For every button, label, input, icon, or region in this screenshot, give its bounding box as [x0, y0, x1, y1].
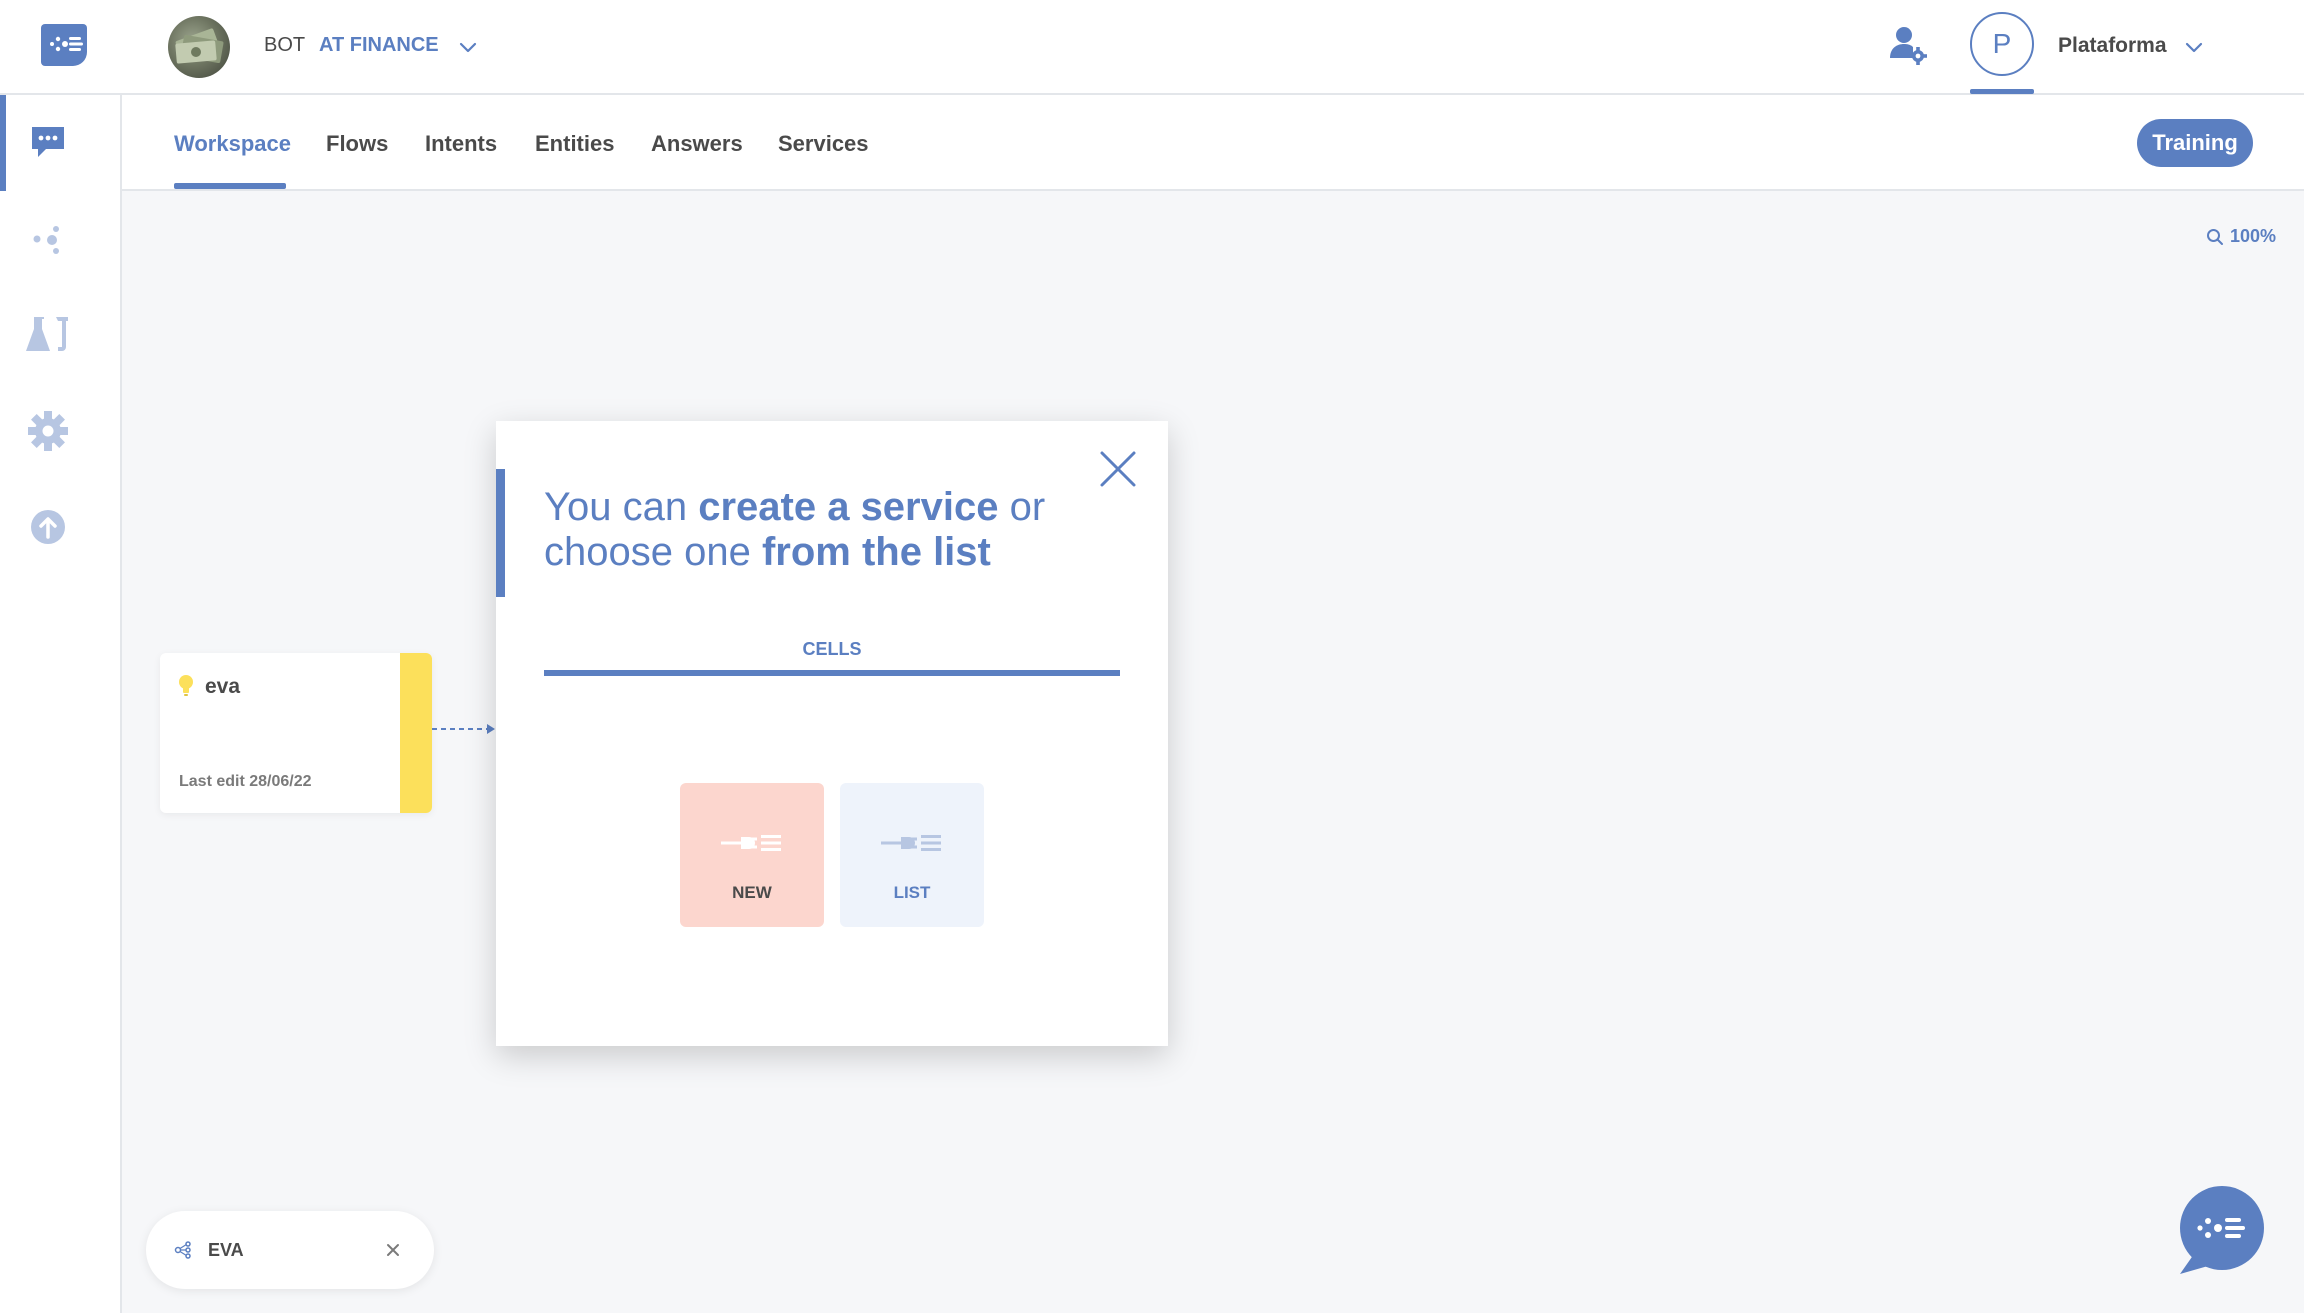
- node-last-edit: Last edit 28/06/22: [179, 773, 312, 790]
- tab-intents[interactable]: Intents: [425, 131, 497, 157]
- nodes-icon: [33, 226, 59, 254]
- user-avatar[interactable]: P: [1970, 12, 2034, 76]
- app-logo-icon[interactable]: [39, 22, 89, 70]
- dialog-accent-bar: [496, 469, 505, 597]
- training-button[interactable]: Training: [2137, 119, 2253, 167]
- dialog-heading: You can create a service or choose one f…: [544, 485, 1046, 574]
- chevron-down-icon[interactable]: [458, 38, 478, 58]
- zoom-level: 100%: [2230, 226, 2277, 246]
- top-bar: BOT AT FINANCE P Plataforma: [0, 0, 2304, 95]
- tab-entities[interactable]: Entities: [535, 131, 614, 157]
- main-tab-bar: Workspace Flows Intents Entities Answers…: [122, 95, 2304, 191]
- flow-node-card[interactable]: eva Last edit 28/06/22: [160, 653, 432, 813]
- tab-answers[interactable]: Answers: [651, 131, 743, 157]
- flow-chip-label: EVA: [208, 1240, 244, 1260]
- nodes-icon: [174, 1241, 191, 1259]
- sidebar-item-publish[interactable]: [22, 501, 74, 553]
- close-icon[interactable]: [382, 1239, 404, 1261]
- tab-flows[interactable]: Flows: [326, 131, 388, 157]
- plug-icon: [881, 835, 941, 851]
- new-service-label: NEW: [732, 883, 772, 902]
- lightbulb-icon: [179, 675, 193, 696]
- sidebar-active-indicator: [0, 95, 6, 191]
- sidebar: [0, 95, 122, 1313]
- node-connector-arrow: [432, 724, 495, 734]
- bot-avatar: [168, 16, 230, 78]
- service-dialog: You can create a service or choose one f…: [496, 421, 1168, 1046]
- lab-flask-icon: [26, 317, 68, 351]
- sidebar-item-chat[interactable]: [22, 117, 74, 169]
- tab-cells[interactable]: CELLS: [544, 639, 1120, 660]
- open-flow-chip[interactable]: EVA: [146, 1211, 434, 1289]
- gear-icon: [28, 411, 68, 451]
- plug-icon: [721, 835, 781, 851]
- node-title: eva: [205, 675, 241, 698]
- bot-name[interactable]: AT FINANCE: [319, 34, 439, 57]
- active-tab-indicator: [174, 183, 286, 189]
- list-services-label: LIST: [893, 883, 931, 902]
- chevron-down-icon[interactable]: [2184, 38, 2204, 58]
- tab-services[interactable]: Services: [778, 131, 869, 157]
- sidebar-item-settings[interactable]: [22, 405, 74, 457]
- list-services-button[interactable]: LIST: [840, 783, 984, 927]
- tab-workspace[interactable]: Workspace: [174, 131, 291, 157]
- chat-assistant-button[interactable]: [2174, 1184, 2266, 1276]
- user-settings-icon[interactable]: [1887, 24, 1931, 68]
- active-tab-indicator: [544, 670, 1120, 676]
- avatar-active-indicator: [1970, 89, 2034, 94]
- upload-icon: [31, 510, 65, 544]
- zoom-control[interactable]: 100%: [2206, 226, 2276, 247]
- close-icon[interactable]: [1098, 449, 1138, 489]
- chat-bubble-icon: [32, 127, 64, 157]
- bot-label: BOT: [264, 34, 306, 56]
- sidebar-item-lab[interactable]: [22, 309, 74, 361]
- new-service-button[interactable]: NEW: [680, 783, 824, 927]
- node-color-stripe: [400, 653, 432, 813]
- sidebar-item-flows[interactable]: [22, 213, 74, 265]
- organization-name[interactable]: Plataforma: [2058, 34, 2167, 58]
- search-icon: [2207, 228, 2223, 245]
